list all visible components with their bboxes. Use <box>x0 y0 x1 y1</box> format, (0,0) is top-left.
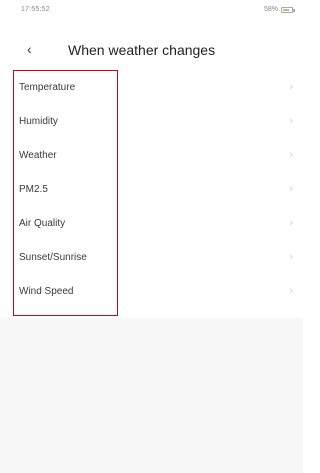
list-item-humidity[interactable]: Humidity › <box>0 106 303 140</box>
empty-area <box>0 318 303 473</box>
chevron-right-icon: › <box>289 217 293 229</box>
status-time: 17:55:52 <box>21 6 50 13</box>
condition-list: Temperature › Humidity › Weather › PM2.5… <box>0 72 303 312</box>
list-item-label: Humidity <box>19 116 58 127</box>
status-bar: 17:55:52 58% <box>0 0 303 22</box>
back-button[interactable]: ‹ <box>27 38 47 62</box>
battery-fill <box>283 8 289 11</box>
list-item-label: Air Quality <box>19 218 66 229</box>
chevron-right-icon: › <box>289 115 293 127</box>
chevron-right-icon: › <box>289 149 293 161</box>
chevron-right-icon: › <box>289 81 293 93</box>
chevron-right-icon: › <box>289 285 293 297</box>
nav-bar: ‹ When weather changes <box>0 38 303 62</box>
list-item-weather[interactable]: Weather › <box>0 140 303 174</box>
list-item-temperature[interactable]: Temperature › <box>0 72 303 106</box>
status-indicators: 58% <box>263 6 295 13</box>
back-arrow-icon: ‹ <box>27 41 32 57</box>
page-title: When weather changes <box>68 42 216 58</box>
list-item-label: Wind Speed <box>19 286 74 297</box>
chevron-right-icon: › <box>289 251 293 263</box>
list-item-label: Weather <box>19 150 57 161</box>
list-item-label: Sunset/Sunrise <box>19 252 87 263</box>
list-item-wind-speed[interactable]: Wind Speed › <box>0 276 303 310</box>
chevron-right-icon: › <box>289 183 293 195</box>
list-item-label: PM2.5 <box>19 184 48 195</box>
battery-icon <box>281 6 295 13</box>
list-item-pm25[interactable]: PM2.5 › <box>0 174 303 208</box>
list-item-air-quality[interactable]: Air Quality › <box>0 208 303 242</box>
list-item-label: Temperature <box>19 82 76 93</box>
list-item-sunset-sunrise[interactable]: Sunset/Sunrise › <box>0 242 303 276</box>
battery-percent: 58% <box>263 6 278 13</box>
